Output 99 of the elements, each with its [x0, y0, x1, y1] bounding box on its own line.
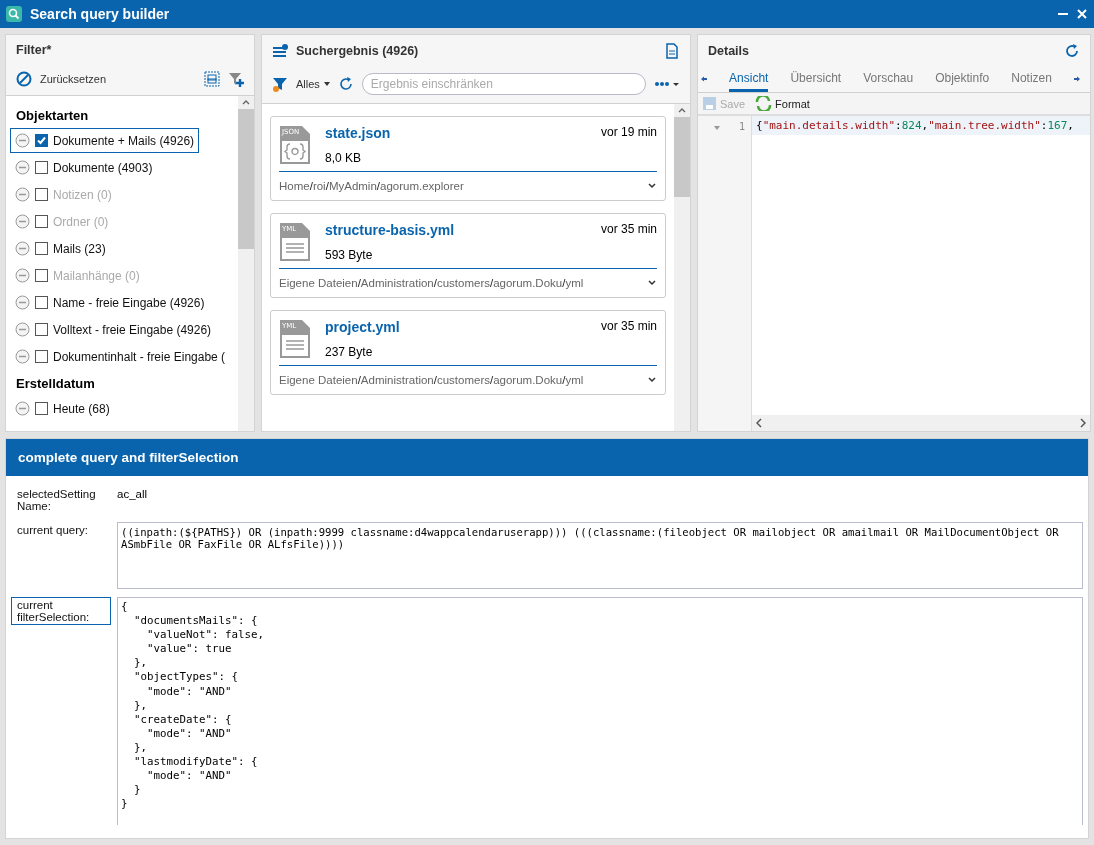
scroll-up-icon[interactable] — [242, 100, 250, 105]
checkbox[interactable] — [35, 242, 48, 255]
scroll-left-icon[interactable] — [756, 418, 762, 428]
filter-item[interactable]: Dokumente + Mails (4926) — [10, 128, 200, 153]
path-link[interactable]: yml — [565, 374, 584, 386]
caret-icon — [323, 82, 330, 86]
search-field[interactable]: Ergebnis einschränken — [361, 73, 646, 95]
path-link[interactable]: agorum.Doku — [493, 277, 563, 289]
exclude-icon[interactable] — [15, 349, 30, 364]
path-link[interactable]: agorum.explorer — [380, 180, 464, 192]
path-separator: / — [490, 374, 494, 386]
checkbox[interactable] — [35, 161, 48, 174]
horizontal-scrollbar[interactable] — [752, 415, 1090, 431]
modified-time: vor 19 min — [600, 125, 657, 141]
checkbox[interactable] — [35, 296, 48, 309]
path-separator: / — [357, 374, 361, 386]
filter-item[interactable]: Heute (68) — [10, 396, 234, 421]
reset-icon — [16, 71, 32, 87]
path-link[interactable]: yml — [565, 277, 584, 289]
scroll-right-icon[interactable] — [1080, 418, 1086, 428]
filter-item[interactable]: Name - freie Eingabe (4926) — [10, 290, 234, 315]
path-separator: / — [309, 180, 313, 192]
path-separator: / — [325, 180, 329, 192]
filter-item[interactable]: Volltext - freie Eingabe (4926) — [10, 317, 234, 342]
path-separator: / — [433, 277, 437, 289]
filter-item[interactable]: Dokumente (4903) — [10, 155, 234, 180]
chevron-down-icon — [647, 181, 657, 191]
panel-title: Suchergebnis (4926) — [296, 44, 420, 58]
group-heading: Erstelldatum — [15, 375, 96, 393]
file-name-link[interactable]: state.json — [325, 125, 391, 141]
scrollbar[interactable] — [674, 104, 690, 431]
exclude-icon[interactable] — [15, 401, 30, 416]
json-text-area[interactable]: { "documentsMails": { "valueNot": false, "value": true }, "objectTypes": { "mode": "AND" }, "createDate": { "mode": "AND" }, "lastmodifyDate": { "mode": "AND" } } — [117, 597, 1083, 825]
more-icon — [654, 79, 680, 89]
path-separator: / — [490, 277, 494, 289]
path-link[interactable]: MyAdmin — [328, 180, 377, 192]
tab[interactable]: Objektinfo — [935, 65, 990, 92]
panel-title: Filter* — [16, 43, 53, 57]
scrollbar-thumb[interactable] — [674, 117, 690, 197]
window-title: Search query builder — [30, 6, 171, 22]
filter-item[interactable]: Dokumentinhalt - freie Eingabe ( — [10, 344, 234, 369]
scrollbar[interactable] — [238, 96, 254, 431]
modified-time: vor 35 min — [600, 319, 657, 335]
line-number: 1 — [738, 121, 745, 134]
checkbox[interactable] — [35, 350, 48, 363]
file-name-link[interactable]: project.yml — [325, 319, 400, 335]
path-separator: / — [562, 277, 566, 289]
file-size: 593 Byte — [325, 248, 374, 262]
path-link[interactable]: agorum.Doku — [493, 374, 563, 386]
path-separator: / — [433, 374, 437, 386]
field-label: current query: — [16, 523, 89, 538]
scrollbar-thumb[interactable] — [238, 109, 254, 249]
group-heading: Objektarten — [15, 107, 90, 125]
file-size: 8,0 KB — [325, 151, 363, 165]
path-separator: / — [376, 180, 380, 192]
query-text-area[interactable]: ((inpath:(${PATHS}) OR (inpath:9999 classname:d4wappcalendaruserapp))) (((classname:(fileobject OR mailobject OR amailmail OR MailDocumentObject OR ASmbFile OR FaxFile OR ALfsFile)))) — [117, 522, 1083, 589]
tab[interactable]: Übersicht — [790, 65, 842, 92]
file-size: 237 Byte — [325, 345, 374, 359]
list-icon — [272, 43, 288, 59]
refresh-icon — [1064, 43, 1080, 59]
exclude-icon[interactable] — [15, 133, 30, 148]
checkbox[interactable] — [35, 134, 48, 147]
scroll-up-icon[interactable] — [678, 108, 686, 113]
path-separator: / — [357, 277, 361, 289]
panel-title: complete query and filterSelection — [6, 439, 1088, 476]
exclude-icon[interactable] — [15, 322, 30, 337]
reset-button[interactable]: Zurücksetzen — [40, 73, 196, 85]
document-icon — [664, 43, 680, 59]
exclude-icon[interactable] — [15, 295, 30, 310]
checkbox[interactable] — [35, 402, 48, 415]
checkbox[interactable] — [35, 323, 48, 336]
refresh-icon — [337, 76, 354, 92]
format-button[interactable]: Format — [755, 96, 810, 111]
fold-icon[interactable] — [714, 126, 720, 130]
field-label: selectedSetting Name: — [16, 487, 97, 514]
tab[interactable]: Notizen — [1011, 65, 1052, 92]
path-link[interactable]: Eigene Dateien — [279, 277, 358, 289]
scope-dropdown[interactable]: Alles — [296, 78, 330, 90]
path-separator: / — [562, 374, 566, 386]
path-link[interactable]: Eigene Dateien — [279, 374, 358, 386]
filter-item[interactable]: Mails (23) — [10, 236, 234, 261]
exclude-icon[interactable] — [15, 241, 30, 256]
exclude-icon[interactable] — [15, 160, 30, 175]
filter-icon — [272, 76, 288, 92]
close-icon — [1076, 8, 1088, 20]
field-label: current filterSelection: — [11, 597, 111, 625]
circular-arrows-icon — [755, 96, 773, 111]
panel-title: Details — [708, 44, 750, 58]
modified-time: vor 35 min — [600, 222, 657, 238]
chevron-down-icon — [647, 375, 657, 385]
tab[interactable]: Vorschau — [863, 65, 914, 92]
file-name-link[interactable]: structure-basis.yml — [325, 222, 455, 238]
field-value: ac_all — [117, 487, 149, 502]
minimize-icon — [1058, 13, 1068, 15]
search-icon — [6, 6, 22, 22]
path-link[interactable]: Home — [279, 180, 310, 192]
chevron-down-icon — [647, 278, 657, 288]
collapse-icon — [204, 71, 220, 87]
filter-add-icon — [228, 71, 244, 87]
